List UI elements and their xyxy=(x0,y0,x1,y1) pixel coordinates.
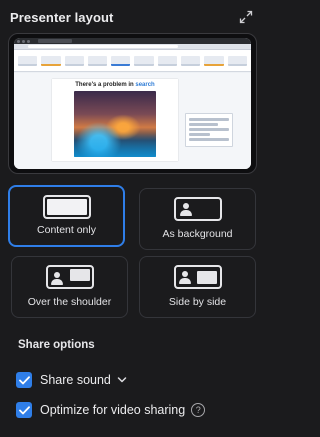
content-only-icon xyxy=(42,195,91,219)
help-icon[interactable]: ? xyxy=(191,403,206,417)
share-sound-label: Share sound xyxy=(40,373,111,387)
expand-icon[interactable] xyxy=(239,10,253,24)
layout-option-label: Side by side xyxy=(168,296,227,308)
preview-slide-image xyxy=(74,91,156,157)
optimize-video-checkbox[interactable] xyxy=(16,402,32,418)
side-by-side-icon xyxy=(173,265,222,289)
share-sound-row: Share sound xyxy=(16,372,127,388)
optimize-video-label: Optimize for video sharing xyxy=(40,403,186,417)
preview-slide-title: There's a problem in search xyxy=(75,82,155,88)
layout-option-content-only[interactable]: Content only xyxy=(8,185,125,247)
layout-preview: There's a problem in search xyxy=(8,33,257,174)
preview-slide-area: There's a problem in search xyxy=(14,73,251,169)
preview-ribbon xyxy=(14,50,251,72)
layout-option-as-background[interactable]: As background xyxy=(139,188,256,250)
checkmark-icon xyxy=(18,375,30,384)
layout-option-side-by-side[interactable]: Side by side xyxy=(139,256,256,318)
over-the-shoulder-icon xyxy=(45,265,94,289)
presenter-layout-panel: Presenter layout There's a problem in se… xyxy=(0,0,265,437)
chevron-down-icon[interactable] xyxy=(117,375,127,385)
optimize-video-row: Optimize for video sharing ? xyxy=(16,402,206,418)
layout-option-label: As background xyxy=(162,228,233,240)
layout-option-label: Content only xyxy=(37,224,96,236)
checkmark-icon xyxy=(18,405,30,414)
share-options-heading: Share options xyxy=(18,339,95,351)
layout-option-label: Over the shoulder xyxy=(27,296,112,308)
preview-slide: There's a problem in search xyxy=(52,79,178,161)
panel-title: Presenter layout xyxy=(10,10,114,25)
as-background-icon xyxy=(173,197,222,221)
share-sound-checkbox[interactable] xyxy=(16,372,32,388)
layout-option-over-the-shoulder[interactable]: Over the shoulder xyxy=(11,256,128,318)
preview-screen: There's a problem in search xyxy=(14,38,251,169)
preview-notes-panel xyxy=(185,113,233,147)
